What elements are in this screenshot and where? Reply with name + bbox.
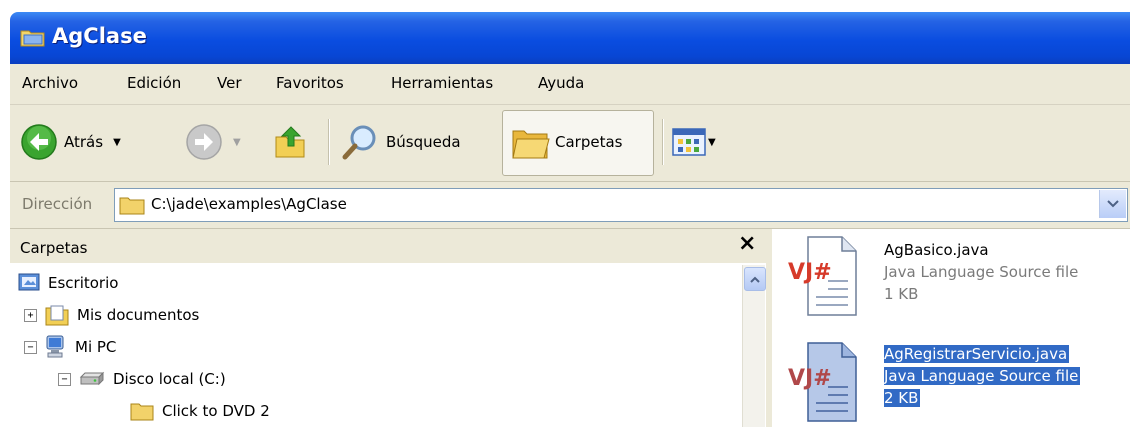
folder-icon: [119, 197, 145, 215]
folders-pane-header: Carpetas ×: [10, 229, 766, 263]
file-item-selected[interactable]: VJ# AgRegistrarServicio.java Java Langua…: [772, 333, 1130, 423]
tree-label: Escritorio: [48, 274, 119, 292]
search-label: Búsqueda: [386, 133, 461, 151]
forward-arrow-icon: [186, 124, 222, 160]
views-icon: [672, 128, 706, 156]
window-title: AgClase: [52, 24, 147, 48]
tree-item-escritorio[interactable]: Escritorio: [18, 269, 118, 297]
up-folder-button[interactable]: [272, 114, 310, 170]
folders-scrollbar[interactable]: [742, 265, 766, 427]
search-button[interactable]: Búsqueda: [340, 114, 461, 170]
toolbar: Atrás ▼ ▼ Búsqueda Carpetas ▼: [10, 105, 1130, 182]
my-computer-icon: [46, 335, 64, 358]
folders-pane: Carpetas × Escritorio + Mis documentos −: [10, 229, 766, 427]
back-arrow-icon: [21, 124, 57, 160]
vjsharp-file-icon: VJ#: [788, 236, 857, 316]
window-edge: [0, 0, 10, 12]
address-dropdown-button[interactable]: [1099, 190, 1126, 218]
vjsharp-file-icon: VJ#: [788, 342, 857, 422]
folders-button[interactable]: Carpetas: [502, 110, 654, 176]
folders-label: Carpetas: [555, 133, 623, 151]
menu-ayuda[interactable]: Ayuda: [538, 74, 584, 92]
tree-label: Mis documentos: [77, 306, 200, 324]
file-type: Java Language Source file: [884, 263, 1079, 281]
folder-window-icon: [20, 30, 45, 47]
hard-drive-icon: [79, 371, 105, 386]
back-button[interactable]: Atrás ▼: [20, 114, 121, 170]
tree-label: Click to DVD 2: [162, 402, 270, 420]
file-size: 1 KB: [884, 285, 919, 303]
file-type: Java Language Source file: [884, 367, 1081, 385]
back-dropdown-icon[interactable]: ▼: [113, 137, 121, 148]
tree-label: Disco local (C:): [113, 370, 226, 388]
menu-edicion[interactable]: Edición: [127, 74, 181, 92]
tree-item-mis-documentos[interactable]: + Mis documentos: [24, 301, 199, 329]
tree-item-click-to-dvd[interactable]: Click to DVD 2: [130, 397, 270, 425]
file-item[interactable]: VJ# AgBasico.java Java Language Source f…: [772, 229, 1130, 319]
explorer-window: AgClase Archivo Edición Ver Favoritos He…: [0, 0, 1130, 427]
collapse-icon[interactable]: −: [24, 340, 37, 354]
folder-icon: [130, 403, 154, 421]
scroll-up-button[interactable]: [744, 267, 766, 291]
chevron-down-icon: [1107, 200, 1119, 208]
svg-text:VJ#: VJ#: [788, 260, 832, 285]
file-list: VJ# AgBasico.java Java Language Source f…: [772, 229, 1130, 427]
expand-icon[interactable]: +: [24, 308, 37, 322]
menu-bar: Archivo Edición Ver Favoritos Herramient…: [10, 64, 1130, 105]
address-label: Dirección: [22, 195, 93, 213]
address-path: C:\jade\examples\AgClase: [151, 195, 347, 213]
forward-button[interactable]: ▼: [185, 114, 241, 170]
tree-label: Mi PC: [75, 338, 117, 356]
svg-text:VJ#: VJ#: [788, 366, 832, 391]
title-bar[interactable]: AgClase: [10, 12, 1130, 64]
menu-archivo[interactable]: Archivo: [22, 74, 78, 92]
my-documents-icon: [45, 305, 69, 326]
file-size: 2 KB: [884, 389, 921, 407]
address-input[interactable]: C:\jade\examples\AgClase: [114, 188, 1128, 222]
file-name: AgBasico.java: [884, 241, 989, 259]
desktop-icon: [18, 273, 40, 291]
chevron-up-icon: [750, 276, 760, 283]
toolbar-separator: [328, 119, 329, 165]
file-name: AgRegistrarServicio.java: [884, 345, 1070, 363]
back-label: Atrás: [64, 133, 104, 151]
tree-item-disco-local[interactable]: − Disco local (C:): [58, 365, 226, 393]
address-bar: Dirección C:\jade\examples\AgClase: [10, 182, 1130, 229]
menu-herramientas[interactable]: Herramientas: [391, 74, 493, 92]
toolbar-separator: [662, 119, 663, 165]
folders-pane-title: Carpetas: [20, 239, 88, 257]
close-pane-icon[interactable]: ×: [738, 231, 756, 256]
folders-icon: [512, 130, 550, 159]
collapse-icon[interactable]: −: [58, 372, 71, 386]
tree-item-mi-pc[interactable]: − Mi PC: [24, 333, 116, 361]
menu-favoritos[interactable]: Favoritos: [276, 74, 344, 92]
forward-dropdown-icon[interactable]: ▼: [233, 137, 241, 148]
views-button[interactable]: ▼: [672, 114, 716, 170]
views-dropdown-icon[interactable]: ▼: [708, 137, 716, 148]
search-icon: [342, 125, 376, 160]
up-folder-icon: [275, 126, 305, 158]
menu-ver[interactable]: Ver: [217, 74, 242, 92]
